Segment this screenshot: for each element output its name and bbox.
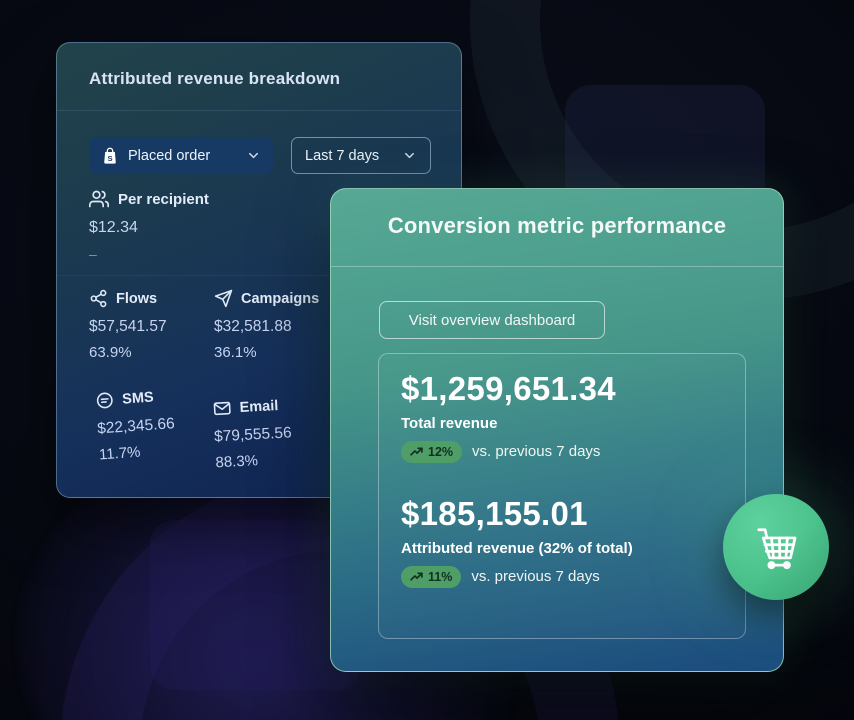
- trend-badge-value: 12%: [428, 445, 453, 459]
- channel-flows: Flows $57,541.57 63.9%: [89, 289, 219, 361]
- channel-email: Email $79,555.56 88.3%: [212, 393, 346, 472]
- channel-label: Flows: [116, 291, 157, 307]
- metric-dropdown[interactable]: S Placed order: [89, 137, 273, 174]
- trend-badge: 12%: [401, 441, 462, 463]
- conversion-performance-card: Conversion metric performance Visit over…: [330, 188, 784, 672]
- metric-label: Attributed revenue (32% of total): [401, 540, 723, 557]
- visit-overview-dashboard-button[interactable]: Visit overview dashboard: [379, 301, 605, 339]
- users-icon: [89, 189, 109, 209]
- share-icon: [89, 289, 108, 308]
- channel-percent: 88.3%: [215, 448, 346, 472]
- channel-value: $32,581.88: [214, 318, 344, 336]
- envelope-icon: [212, 398, 232, 418]
- comparison-text: vs. previous 7 days: [472, 443, 600, 460]
- chat-icon: [95, 390, 115, 410]
- comparison-text: vs. previous 7 days: [471, 568, 599, 585]
- svg-text:S: S: [107, 153, 112, 162]
- channel-percent: 36.1%: [214, 344, 344, 361]
- card-title: Attributed revenue breakdown: [89, 69, 340, 89]
- total-revenue-metric: $1,259,651.34 Total revenue 12% vs. prev…: [401, 370, 723, 463]
- channel-sms: SMS $22,345.66 11.7%: [95, 383, 230, 464]
- channel-label: Campaigns: [241, 291, 319, 307]
- channel-campaigns: Campaigns $32,581.88 36.1%: [214, 289, 344, 361]
- per-recipient-value: $12.34: [89, 219, 209, 237]
- background-rounded-square-2: [150, 520, 360, 690]
- chevron-down-icon: [246, 148, 261, 163]
- trending-up-icon: [410, 571, 423, 582]
- per-recipient-change: –: [89, 246, 209, 262]
- metric-value: $185,155.01: [401, 495, 723, 533]
- metric-dropdown-label: Placed order: [128, 148, 237, 164]
- shopping-cart-badge: [723, 494, 829, 600]
- channel-value: $79,555.56: [214, 422, 345, 447]
- metric-value: $1,259,651.34: [401, 370, 723, 408]
- channel-label: SMS: [122, 389, 154, 407]
- trend-badge: 11%: [401, 566, 461, 588]
- channel-percent: 63.9%: [89, 344, 219, 361]
- date-range-label: Last 7 days: [305, 148, 393, 164]
- trend-badge-value: 11%: [428, 570, 452, 584]
- metrics-panel: $1,259,651.34 Total revenue 12% vs. prev…: [378, 353, 746, 639]
- channel-label: Email: [239, 398, 278, 416]
- attributed-revenue-metric: $185,155.01 Attributed revenue (32% of t…: [401, 495, 723, 588]
- per-recipient-metric: Per recipient $12.34 –: [89, 189, 209, 262]
- shopping-cart-icon: [747, 518, 805, 576]
- metric-label: Total revenue: [401, 415, 723, 432]
- send-icon: [214, 289, 233, 308]
- page: Attributed revenue breakdown S Placed or…: [0, 0, 854, 720]
- card-title: Conversion metric performance: [331, 213, 783, 239]
- channel-value: $22,345.66: [97, 411, 228, 438]
- divider: [57, 110, 461, 111]
- shopify-bag-icon: S: [101, 147, 119, 165]
- channel-percent: 11.7%: [98, 437, 229, 463]
- channel-value: $57,541.57: [89, 318, 219, 336]
- per-recipient-label: Per recipient: [118, 191, 209, 208]
- date-range-dropdown[interactable]: Last 7 days: [291, 137, 431, 174]
- chevron-down-icon: [402, 148, 417, 163]
- divider: [331, 266, 783, 267]
- trending-up-icon: [410, 446, 423, 457]
